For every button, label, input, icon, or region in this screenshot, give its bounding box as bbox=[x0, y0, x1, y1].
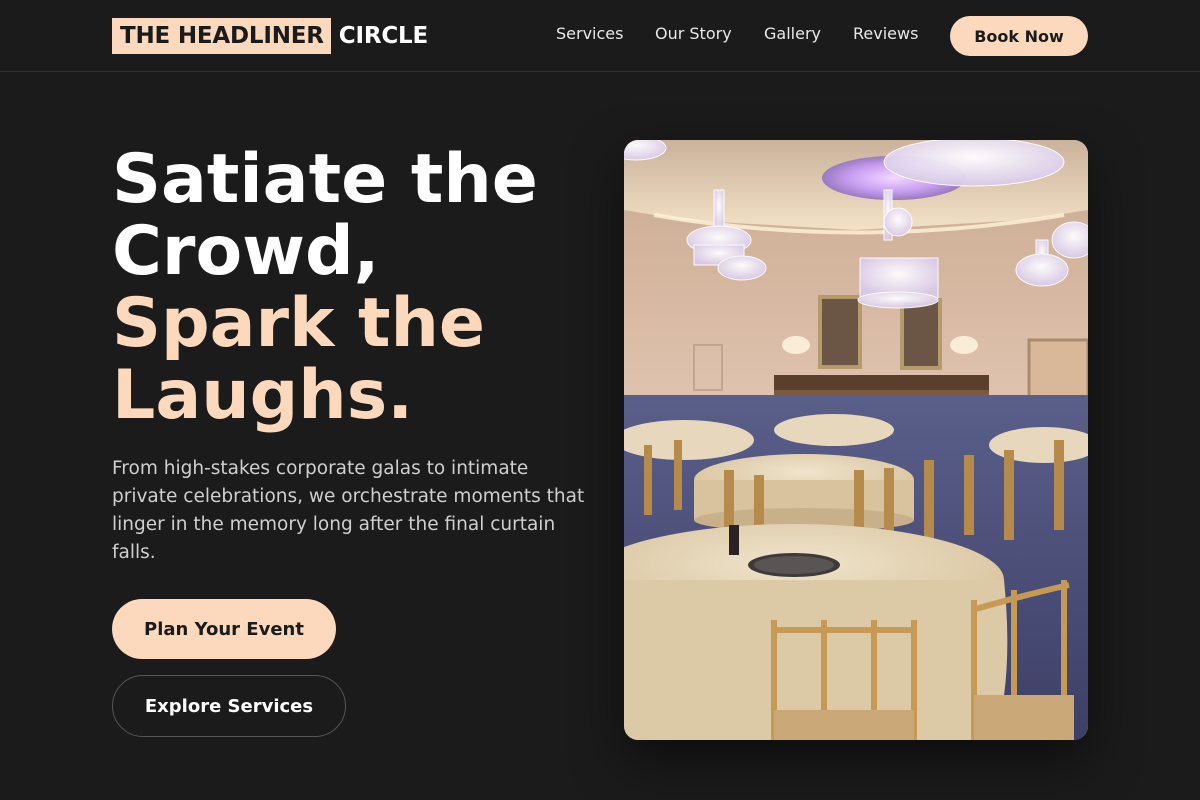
hero-description: From high-stakes corporate galas to inti… bbox=[112, 458, 585, 563]
nav-reviews[interactable]: Reviews bbox=[853, 24, 918, 46]
headline-line: Crowd, bbox=[112, 212, 380, 291]
nav-our-story[interactable]: Our Story bbox=[655, 24, 732, 46]
headline-accent-line: Spark the bbox=[112, 284, 486, 363]
headline-accent-line: Laughs. bbox=[112, 356, 414, 435]
hero-headline: Satiate the Crowd, Spark the Laughs. bbox=[112, 144, 612, 432]
site-header: THE HEADLINER CIRCLE Services Our Story … bbox=[0, 0, 1200, 72]
book-now-button[interactable]: Book Now bbox=[950, 16, 1088, 56]
plan-event-button[interactable]: Plan Your Event bbox=[112, 599, 336, 659]
headline-line: Satiate the bbox=[112, 140, 538, 219]
logo-highlight: THE HEADLINER bbox=[112, 18, 331, 54]
nav-gallery[interactable]: Gallery bbox=[764, 24, 821, 46]
banquet-hall-photo bbox=[624, 140, 1088, 740]
logo[interactable]: THE HEADLINER CIRCLE bbox=[112, 18, 428, 54]
explore-services-button[interactable]: Explore Services bbox=[112, 675, 346, 737]
nav-services[interactable]: Services bbox=[556, 24, 623, 46]
logo-text: CIRCLE bbox=[338, 23, 428, 49]
